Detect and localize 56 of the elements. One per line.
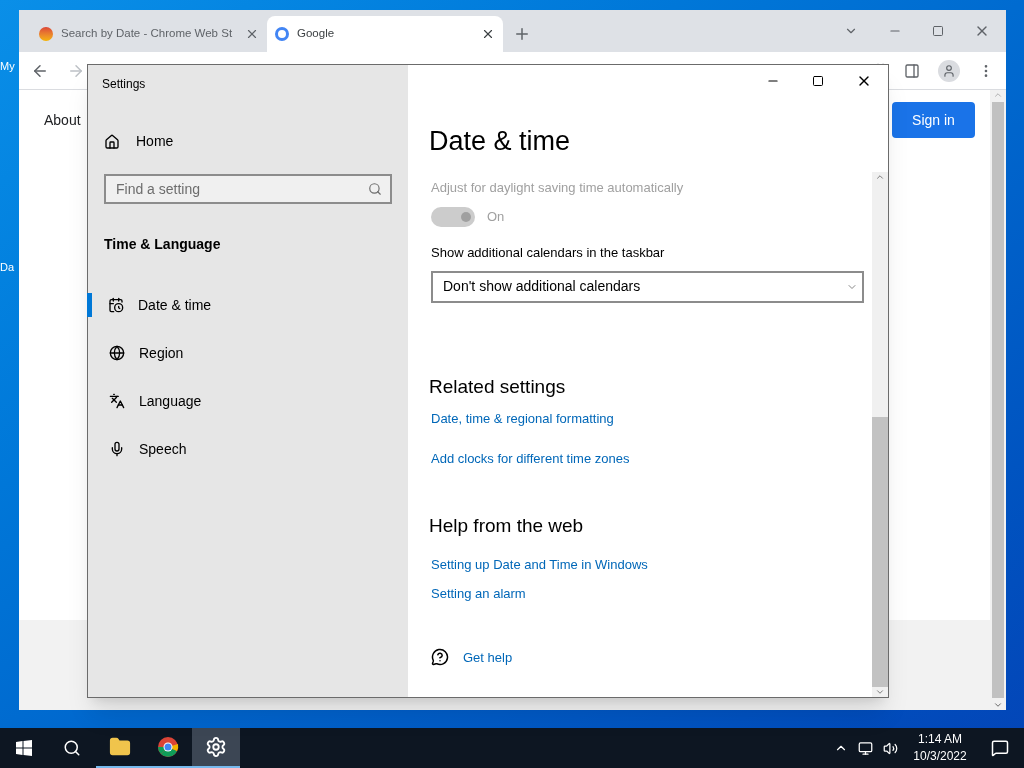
setting-label: Show additional calendars in the taskbar: [431, 244, 666, 262]
home-icon: [104, 133, 120, 150]
help-link[interactable]: Setting up Date and Time in Windows: [431, 554, 648, 574]
nav-item[interactable]: Speech: [88, 437, 408, 461]
toggle-state: On: [487, 208, 505, 227]
scroll-down-icon[interactable]: [993, 700, 1003, 710]
home-item[interactable]: Home: [104, 131, 408, 152]
maximize-icon[interactable]: [812, 75, 824, 87]
search-field[interactable]: Find a setting: [104, 174, 392, 204]
desktop-icon-label[interactable]: Da: [0, 258, 19, 275]
section-heading: Related settings: [429, 374, 567, 399]
volume-icon[interactable]: [883, 740, 898, 756]
window-title: Settings: [101, 76, 147, 93]
browser-tab[interactable]: Search by Date - Chrome Web St: [31, 16, 267, 52]
browser-tab[interactable]: Google: [267, 16, 503, 52]
about-link[interactable]: About: [44, 110, 81, 131]
taskbar-app[interactable]: [192, 728, 240, 768]
gear-icon: [205, 736, 227, 758]
get-help-link[interactable]: Get help: [431, 647, 513, 667]
settings-link[interactable]: Date, time & regional formatting: [431, 409, 614, 429]
nav-icon: [108, 297, 124, 313]
desktop-icon-label[interactable]: My: [0, 58, 19, 75]
network-icon[interactable]: [858, 740, 873, 756]
scroll-down-icon[interactable]: [875, 687, 885, 697]
nav-icon: [109, 393, 125, 409]
nav-icon: [109, 441, 125, 457]
section-title: Time & Language: [104, 235, 222, 254]
setting-label: Adjust for daylight saving time automatically: [431, 178, 685, 197]
tab-favicon-icon: [275, 27, 289, 41]
scrollbar[interactable]: [872, 171, 888, 697]
windows-icon: [16, 740, 32, 756]
search-icon: [63, 739, 81, 757]
close-icon[interactable]: [481, 27, 495, 41]
help-link[interactable]: Setting an alarm: [431, 584, 526, 604]
new-tab-icon[interactable]: [513, 25, 531, 43]
nav-item[interactable]: Language: [88, 389, 408, 413]
clock[interactable]: 1:14 AM 10/3/2022: [904, 731, 976, 765]
search-icon[interactable]: [368, 182, 382, 196]
settings-link[interactable]: Add clocks for different time zones: [431, 448, 630, 468]
profile-icon[interactable]: [938, 59, 960, 82]
chat-help-icon: [431, 648, 449, 667]
folder-icon: [109, 736, 131, 758]
tab-favicon-icon: [39, 27, 53, 41]
nav-icon: [109, 345, 125, 361]
notifications-icon[interactable]: [991, 739, 1009, 757]
nav-item[interactable]: Region: [88, 341, 408, 365]
calendar-dropdown[interactable]: Don't show additional calendars: [431, 270, 864, 303]
page-heading: Date & time: [429, 125, 572, 158]
nav-item[interactable]: Date & time: [87, 293, 408, 317]
side-panel-icon[interactable]: [904, 62, 920, 79]
scrollbar[interactable]: [990, 90, 1006, 710]
tab-title: Google: [297, 26, 336, 42]
section-heading: Help from the web: [429, 514, 585, 538]
sign-in-button[interactable]: Sign in: [892, 102, 975, 138]
chrome-icon: [157, 736, 179, 758]
tab-title: Search by Date - Chrome Web St: [61, 26, 234, 42]
